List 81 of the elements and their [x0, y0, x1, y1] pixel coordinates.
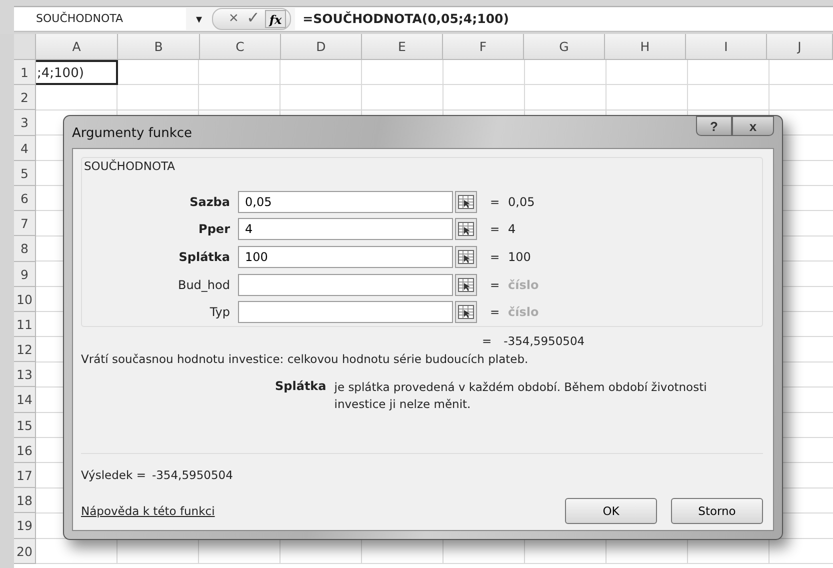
collapse-dialog-button[interactable] — [455, 301, 477, 324]
column-header[interactable]: B — [118, 34, 200, 60]
row-header[interactable]: 17 — [14, 463, 36, 488]
insert-function-button[interactable]: fx — [265, 10, 286, 28]
column-header[interactable]: C — [200, 34, 281, 60]
argument-result: 4 — [508, 222, 516, 236]
column-header[interactable]: J — [767, 34, 833, 60]
formula-field[interactable]: =SOUČHODNOTA(0,05;4;100) — [294, 8, 833, 30]
cell-reference-icon — [458, 194, 474, 209]
argument-field[interactable] — [238, 301, 453, 324]
argument-result: číslo — [508, 305, 539, 320]
row-header[interactable]: 1 — [14, 60, 36, 86]
equals-sign: = — [490, 222, 501, 236]
row-header[interactable]: 20 — [14, 538, 36, 564]
help-button[interactable]: ? — [696, 116, 732, 136]
argument-field[interactable]: 0,05 — [238, 190, 453, 213]
argument-label: Typ — [208, 305, 231, 320]
column-header[interactable]: F — [443, 34, 524, 60]
cell-reference-icon — [458, 250, 474, 264]
row-header[interactable]: 19 — [14, 513, 36, 539]
equals-sign: = — [490, 194, 501, 209]
row-header[interactable]: 12 — [14, 337, 36, 362]
argument-field[interactable] — [238, 274, 453, 296]
name-box[interactable]: SOUČHODNOTA — [14, 8, 186, 30]
dropdown-button[interactable]: ▾ — [186, 12, 212, 26]
row-header[interactable]: 13 — [14, 362, 36, 388]
dialog-title: Argumenty funkce — [72, 126, 192, 141]
row-header[interactable]: 18 — [14, 488, 36, 514]
cell-reference-icon — [458, 305, 474, 320]
row-header[interactable]: 6 — [14, 186, 36, 212]
column-header[interactable]: D — [281, 34, 362, 60]
cancel-button[interactable]: Storno — [671, 498, 763, 524]
row-header[interactable]: 5 — [14, 160, 36, 186]
column-header[interactable]: G — [524, 34, 605, 60]
argument-description: je splátka provedená v každém období. Během období životnosti investice ji nelze měnit. — [334, 379, 708, 413]
cell-reference-icon — [458, 278, 474, 292]
row-header[interactable]: 15 — [14, 412, 36, 438]
row-header[interactable]: 8 — [14, 236, 36, 262]
argument-name: Splátka — [275, 379, 326, 395]
result-label: Výsledek = — [81, 468, 146, 482]
argument-result: 100 — [508, 250, 531, 264]
equals-sign: = — [490, 250, 501, 264]
row-header[interactable]: 7 — [14, 211, 36, 236]
close-button[interactable]: x — [732, 116, 774, 136]
row-header[interactable]: 2 — [14, 85, 36, 110]
ok-button[interactable]: OK — [565, 498, 657, 524]
argument-result: číslo — [508, 278, 539, 292]
cancel-button[interactable]: × — [227, 10, 240, 28]
row-header[interactable]: 3 — [14, 110, 36, 136]
argument-label: Bud_hod — [176, 278, 231, 292]
collapse-dialog-button[interactable] — [455, 190, 477, 213]
enter-button[interactable]: ✓ — [244, 10, 262, 28]
result-value: -354,5950504 — [152, 468, 233, 482]
argument-field[interactable]: 100 — [238, 246, 453, 268]
argument-result: 0,05 — [508, 194, 535, 209]
collapse-dialog-button[interactable] — [455, 274, 477, 296]
formula-result: -354,5950504 — [504, 334, 585, 348]
row-header[interactable]: 11 — [14, 312, 36, 338]
row-header[interactable]: 9 — [14, 262, 36, 287]
cell-reference-icon — [458, 222, 474, 236]
argument-label: Sazba — [188, 194, 231, 209]
collapse-dialog-button[interactable] — [455, 218, 477, 240]
column-header[interactable]: A — [36, 34, 118, 60]
argument-field[interactable]: 4 — [238, 218, 453, 240]
argument-label: Pper — [198, 222, 231, 236]
active-cell[interactable]: ;4;100) — [36, 60, 118, 86]
column-header[interactable]: E — [362, 34, 443, 60]
equals-sign: = — [490, 278, 501, 292]
row-header[interactable]: 10 — [14, 286, 36, 312]
equals-sign: = — [490, 305, 501, 320]
row-header[interactable]: 14 — [14, 387, 36, 413]
help-link[interactable]: Nápověda k této funkci — [81, 504, 551, 518]
row-header[interactable]: 16 — [14, 438, 36, 463]
column-header[interactable]: I — [686, 34, 767, 60]
column-header[interactable]: H — [605, 34, 686, 60]
function-name: SOUČHODNOTA — [83, 159, 176, 173]
equals-sign: = — [482, 334, 492, 348]
argument-label: Splátka — [178, 250, 231, 264]
row-header[interactable]: 4 — [14, 136, 36, 161]
function-description: Vrátí současnou hodnotu investice: celkovou hodnotu série budoucích plateb. — [81, 352, 530, 366]
collapse-dialog-button[interactable] — [455, 246, 477, 268]
